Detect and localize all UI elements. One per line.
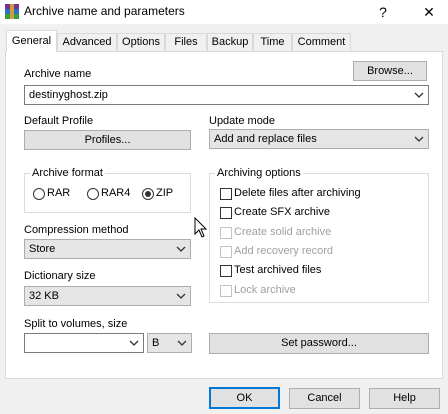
ok-button[interactable]: OK: [209, 387, 280, 409]
set-password-button[interactable]: Set password...: [209, 333, 429, 354]
lock-archive-label: Lock archive: [234, 284, 296, 296]
archiving-options-label: Archiving options: [215, 167, 303, 179]
chevron-down-icon: [177, 340, 187, 346]
chevron-down-icon: [129, 340, 139, 346]
recovery-record-label: Add recovery record: [234, 245, 334, 257]
compression-method-label: Compression method: [24, 224, 129, 236]
radio-rar4-label: RAR4: [101, 187, 131, 199]
create-sfx-checkbox[interactable]: [220, 207, 232, 219]
archive-name-combo[interactable]: destinyghost.zip: [24, 85, 429, 105]
tab-files[interactable]: Files: [165, 33, 207, 51]
lock-archive-checkbox[interactable]: [220, 285, 232, 297]
archive-format-label: Archive format: [30, 167, 105, 179]
help-title-button[interactable]: ?: [372, 2, 394, 22]
dictionary-size-select[interactable]: 32 KB: [24, 286, 191, 306]
default-profile-label: Default Profile: [24, 115, 94, 127]
radio-rar-label: RAR: [47, 187, 71, 199]
radio-rar4[interactable]: [87, 188, 99, 200]
update-mode-value: Add and replace files: [214, 133, 317, 145]
update-mode-label: Update mode: [209, 115, 276, 127]
chevron-down-icon: [176, 246, 186, 252]
tab-time[interactable]: Time: [253, 33, 292, 51]
archive-name-label: Archive name: [24, 68, 92, 80]
dictionary-size-label: Dictionary size: [24, 270, 96, 282]
chevron-down-icon: [414, 136, 424, 142]
window-title: Archive name and parameters: [24, 4, 185, 18]
test-archived-checkbox[interactable]: [220, 265, 232, 277]
compression-method-value: Store: [29, 243, 56, 255]
delete-after-archiving-label: Delete files after archiving: [234, 187, 361, 199]
create-sfx-label: Create SFX archive: [234, 206, 330, 218]
tab-options[interactable]: Options: [117, 33, 165, 51]
close-icon[interactable]: ✕: [418, 2, 440, 22]
split-unit-select[interactable]: B: [147, 333, 192, 353]
mouse-cursor-icon: [194, 217, 208, 238]
update-mode-select[interactable]: Add and replace files: [209, 129, 429, 149]
chevron-down-icon: [414, 92, 424, 98]
archive-name-value: destinyghost.zip: [29, 89, 108, 101]
tab-backup[interactable]: Backup: [207, 33, 253, 51]
test-archived-label: Test archived files: [234, 264, 322, 276]
split-volumes-label: Split to volumes, size: [24, 318, 128, 330]
tab-general[interactable]: General: [6, 30, 57, 52]
radio-zip[interactable]: [142, 188, 154, 200]
help-button[interactable]: Help: [369, 388, 440, 409]
create-solid-checkbox[interactable]: [220, 227, 232, 239]
delete-after-archiving-checkbox[interactable]: [220, 188, 232, 200]
split-size-combo[interactable]: [24, 333, 144, 353]
radio-rar[interactable]: [33, 188, 45, 200]
chevron-down-icon: [176, 293, 186, 299]
recovery-record-checkbox[interactable]: [220, 246, 232, 258]
create-solid-label: Create solid archive: [234, 226, 332, 238]
tab-comment[interactable]: Comment: [292, 33, 351, 51]
compression-method-select[interactable]: Store: [24, 239, 191, 259]
radio-zip-label: ZIP: [156, 187, 174, 199]
tab-advanced[interactable]: Advanced: [57, 33, 117, 51]
split-unit-value: B: [152, 337, 160, 349]
winrar-books-icon: [5, 4, 19, 19]
dictionary-size-value: 32 KB: [29, 290, 59, 302]
browse-button[interactable]: Browse...: [353, 61, 427, 81]
profiles-button[interactable]: Profiles...: [24, 130, 191, 150]
cancel-button[interactable]: Cancel: [289, 388, 360, 409]
